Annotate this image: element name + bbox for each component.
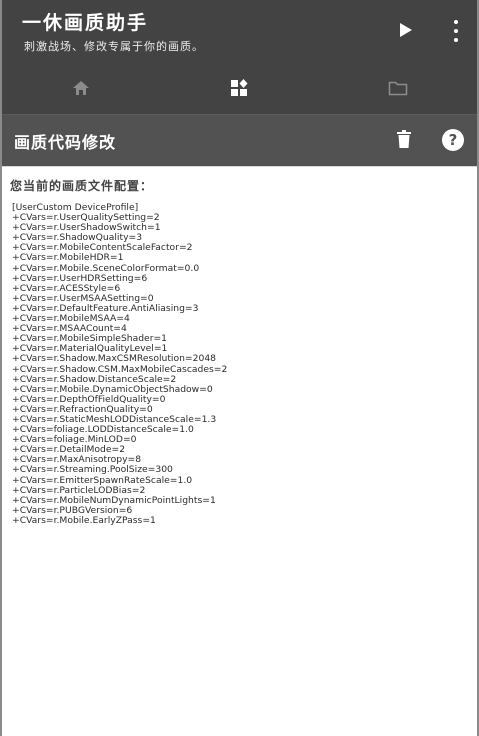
play-icon — [400, 23, 412, 37]
more-vert-icon — [454, 20, 458, 24]
tab-widgets[interactable] — [160, 62, 318, 114]
trash-icon — [397, 130, 411, 148]
app-title: 一休画质助手 — [22, 12, 149, 34]
config-text-editor[interactable] — [12, 203, 469, 730]
app-bar: 一休画质助手 刺激战场、修改专属于你的画质。 — [2, 0, 477, 114]
folder-icon — [388, 81, 408, 96]
tab-home[interactable] — [2, 62, 160, 114]
play-button[interactable] — [399, 22, 415, 40]
delete-button[interactable] — [397, 130, 411, 152]
app-bar-top: 一休画质助手 刺激战场、修改专属于你的画质。 — [2, 0, 477, 62]
section-toolbar: 画质代码修改 ? — [2, 114, 477, 167]
section-title: 画质代码修改 — [14, 133, 117, 152]
config-panel: 您当前的画质文件配置： — [2, 166, 477, 736]
widgets-icon — [231, 79, 248, 96]
help-button[interactable]: ? — [442, 129, 464, 151]
tab-folder[interactable] — [319, 62, 477, 114]
home-icon — [73, 81, 90, 95]
app-frame: 一休画质助手 刺激战场、修改专属于你的画质。 画质代码修改 ? 您当前的画质文件… — [0, 0, 479, 736]
config-label: 您当前的画质文件配置： — [10, 179, 154, 193]
app-subtitle: 刺激战场、修改专属于你的画质。 — [24, 40, 204, 53]
tab-bar — [2, 62, 477, 114]
more-options-button[interactable] — [449, 20, 463, 42]
